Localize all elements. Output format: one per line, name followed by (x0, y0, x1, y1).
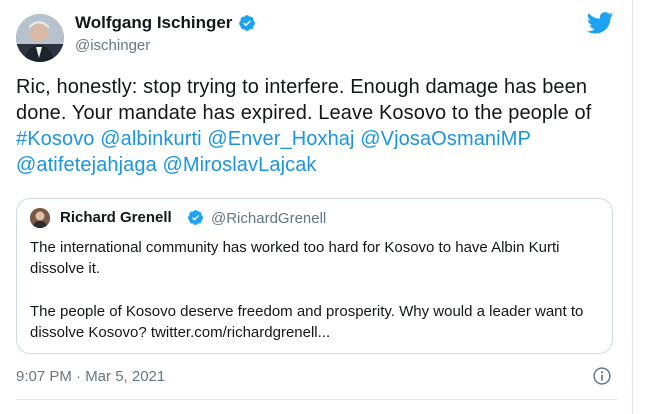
quoted-tweet[interactable]: Richard Grenell @RichardGrenell The inte… (16, 198, 613, 354)
hashtag-kosovo[interactable]: #Kosovo (16, 128, 95, 150)
tweet-timestamp[interactable]: 9:07 PM · Mar 5, 2021 (16, 368, 165, 385)
verified-badge-icon (239, 15, 255, 31)
mention-vjosaosmanimp[interactable]: @VjosaOsmaniMP (360, 128, 530, 150)
mention-atifetejahjaga[interactable]: @atifetejahjaga (16, 154, 157, 176)
tweet-text: Ric, honestly: stop trying to interfere.… (16, 76, 592, 124)
tweet-card: Wolfgang Ischinger @ischinger Ric, hones… (0, 0, 633, 414)
tweet-body: Ric, honestly: stop trying to interfere.… (16, 74, 616, 178)
twitter-bird-icon[interactable] (587, 12, 614, 34)
author-handle[interactable]: @ischinger (75, 37, 150, 54)
quoted-paragraph: The people of Kosovo deserve freedom and… (30, 303, 584, 341)
author-name[interactable]: Wolfgang Ischinger (75, 13, 232, 33)
info-icon[interactable] (592, 366, 612, 386)
quoted-author-handle: @RichardGrenell (211, 210, 327, 227)
verified-badge-icon (188, 210, 203, 225)
quoted-tweet-body: The international community has worked t… (30, 237, 600, 343)
mention-albinkurti[interactable]: @albinkurti (100, 128, 201, 150)
quoted-paragraph: The international community has worked t… (30, 239, 560, 277)
quoted-author-name: Richard Grenell (60, 209, 172, 226)
quoted-author-avatar (30, 208, 50, 228)
divider (16, 399, 617, 400)
mention-miroslavlajcak[interactable]: @MiroslavLajcak (162, 154, 316, 176)
mention-enver-hoxhaj[interactable]: @Enver_Hoxhaj (207, 128, 354, 150)
author-avatar[interactable] (16, 14, 64, 62)
